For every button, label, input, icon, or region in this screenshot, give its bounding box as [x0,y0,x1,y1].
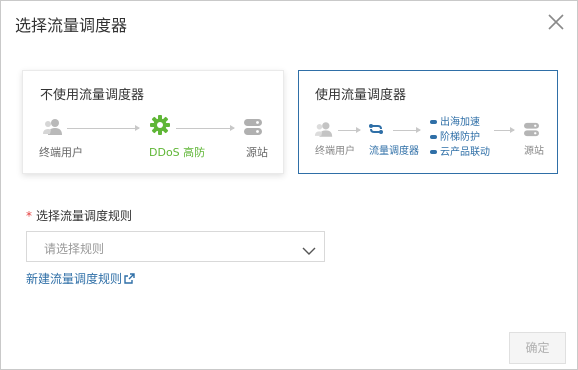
card-with-scheduler[interactable]: 使用流量调度器 出海加速 阶梯防护 云产品联动 终端用户 流量调度器 源站 [298,70,558,174]
feature-dot-icon [430,120,437,124]
arrow [393,127,421,133]
external-link-icon [124,272,135,287]
card-title: 使用流量调度器 [315,88,407,103]
server-icon [243,118,263,140]
required-mark: * [26,209,32,223]
new-rule-link[interactable]: 新建流量调度规则 [26,270,135,287]
close-icon[interactable] [545,11,567,33]
feature-item: 出海加速 [430,113,480,128]
dialog: 选择流量调度器 不使用流量调度器 终端用户 DDoS 高防 源站 使用流量调度器… [0,0,578,370]
feature-dot-icon [430,135,437,139]
card-title: 不使用流量调度器 [40,88,145,103]
feature-label: 出海加速 [440,117,480,128]
node-label-scheduler: 流量调度器 [369,146,419,157]
feature-dot-icon [430,150,437,154]
arrow [338,127,361,133]
node-label-ddos: DDoS 高防 [149,146,206,159]
arrow [176,125,235,131]
confirm-button[interactable]: 确定 [509,332,566,364]
new-rule-link-label: 新建流量调度规则 [26,272,123,286]
node-label-origin: 源站 [524,146,544,157]
node-label-user: 终端用户 [315,146,355,157]
user-icon [314,121,334,142]
chevron-down-icon [302,241,316,260]
user-icon [42,118,64,140]
dialog-title: 选择流量调度器 [15,16,128,35]
node-label-origin: 源站 [246,146,268,159]
arrow [67,125,140,131]
scheduler-icon [368,121,384,141]
card-without-scheduler[interactable]: 不使用流量调度器 终端用户 DDoS 高防 源站 [22,70,284,174]
node-label-user: 终端用户 [39,146,83,159]
gear-icon [149,114,171,140]
arrow [494,127,515,133]
server-icon [523,122,540,141]
feature-label: 云产品联动 [440,147,490,158]
rule-select-placeholder: 请选择规则 [44,242,105,256]
feature-item: 云产品联动 [430,143,490,158]
rule-select[interactable]: 请选择规则 [26,231,325,262]
rule-label-text: 选择流量调度规则 [36,209,133,223]
feature-item: 阶梯防护 [430,128,480,143]
feature-label: 阶梯防护 [440,132,480,143]
rule-field-label: * 选择流量调度规则 [26,207,132,224]
